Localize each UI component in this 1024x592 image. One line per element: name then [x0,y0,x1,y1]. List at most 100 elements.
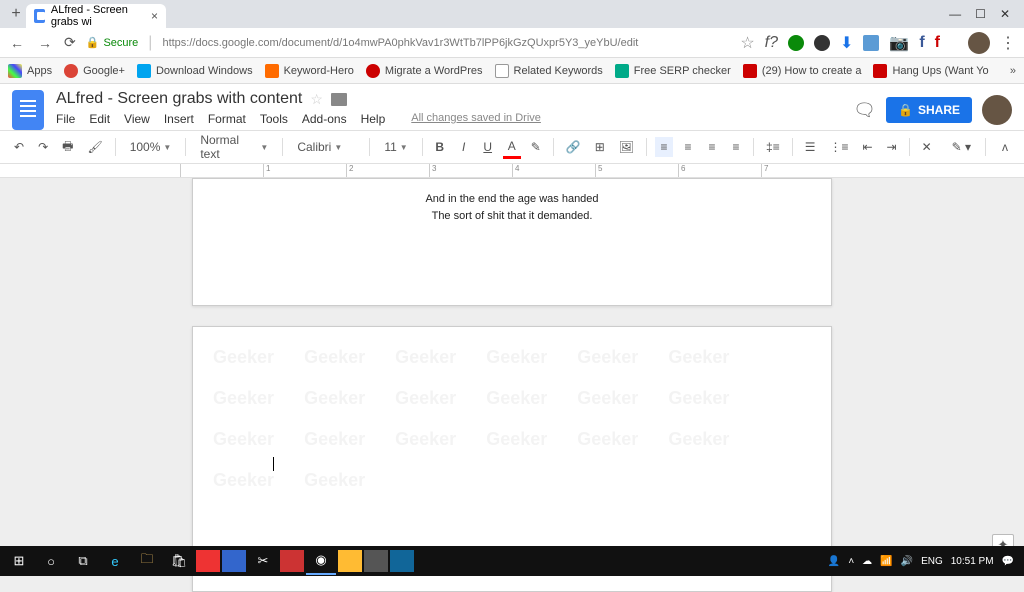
menu-file[interactable]: File [56,112,75,126]
style-select[interactable]: Normal text▼ [194,131,274,163]
bookmark-item[interactable]: Hang Ups (Want Yo [873,64,988,78]
tray-cloud-icon[interactable]: ☁ [862,556,872,567]
app-icon[interactable] [196,550,220,572]
menu-tools[interactable]: Tools [260,112,288,126]
ruler[interactable]: 1234567 [0,164,1024,178]
paint-format-button[interactable]: 🖌 [83,137,106,157]
window-minimize-button[interactable]: — [949,7,961,21]
italic-button[interactable]: I [455,137,473,157]
numbered-list-button[interactable]: ☰ [801,137,820,157]
redo-button[interactable]: ↷ [34,137,52,157]
bookmarks-overflow-icon[interactable]: » [1010,65,1016,77]
collapse-toolbar-button[interactable]: ʌ [996,137,1014,157]
facebook-icon[interactable]: f [919,34,924,52]
f-question-icon[interactable]: f? [765,34,778,52]
document-canvas[interactable]: And in the end the age was handed The so… [0,178,1024,592]
tray-up-icon[interactable]: ˄ [848,556,854,567]
menu-insert[interactable]: Insert [164,112,194,126]
task-view-button[interactable]: ⧉ [68,547,98,575]
underline-button[interactable]: U [479,137,497,157]
forward-button[interactable]: → [36,35,54,51]
notifications-icon[interactable]: 💬 [1002,556,1014,567]
ext-icon-5[interactable]: f [935,34,940,52]
editing-mode-button[interactable]: ✎ ▾ [948,137,975,157]
comments-icon[interactable]: 🗨 [853,100,876,121]
move-folder-icon[interactable] [331,93,347,106]
start-button[interactable]: ⊞ [4,547,34,575]
chrome-icon[interactable]: ◉ [306,547,336,575]
edge-icon[interactable]: e [100,547,130,575]
bold-button[interactable]: B [431,137,449,157]
account-avatar[interactable] [982,95,1012,125]
tray-time[interactable]: 10:51 PM [951,556,994,567]
explorer-icon[interactable]: 🗀 [132,547,162,575]
print-button[interactable]: 🖶 [58,134,77,161]
window-close-button[interactable]: ✕ [1000,7,1010,21]
snip-icon[interactable]: ✂ [248,547,278,575]
ext-icon-2[interactable] [814,35,830,51]
tray-wifi-icon[interactable]: 📶 [880,556,892,567]
star-icon[interactable]: ☆ [740,33,754,53]
document-title[interactable]: ALfred - Screen grabs with content [56,90,302,108]
cortana-button[interactable]: ○ [36,547,66,575]
font-size-select[interactable]: 11▼ [378,138,413,156]
bulleted-list-button[interactable]: ⋮≡ [825,137,852,157]
menu-help[interactable]: Help [361,112,386,126]
align-center-button[interactable]: ≡ [679,137,697,157]
share-button[interactable]: 🔒 SHARE [886,97,972,123]
tray-lang[interactable]: ENG [921,556,943,567]
apps-button[interactable]: Apps [8,64,52,78]
save-status: All changes saved in Drive [411,112,541,126]
highlight-button[interactable]: ✎ [527,137,545,157]
bookmark-item[interactable]: Download Windows [137,64,253,78]
zoom-select[interactable]: 100%▼ [124,138,178,156]
menu-view[interactable]: View [124,112,150,126]
ext-icon-4[interactable] [863,35,879,51]
insert-link-button[interactable]: 🔗 [562,137,585,157]
app-icon[interactable] [338,550,362,572]
star-document-icon[interactable]: ☆ [310,91,323,108]
line-spacing-button[interactable]: ‡≡ [762,137,784,157]
camera-icon[interactable]: 📷 [889,33,909,53]
font-select[interactable]: Calibri▼ [291,138,361,156]
align-right-button[interactable]: ≡ [703,137,721,157]
insert-comment-button[interactable]: ⊞ [591,137,609,157]
align-left-button[interactable]: ≡ [655,137,673,157]
ext-icon-1[interactable] [788,35,804,51]
docs-logo-icon[interactable] [12,90,44,130]
menu-addons[interactable]: Add-ons [302,112,347,126]
bookmark-item[interactable]: Keyword-Hero [265,64,354,78]
profile-avatar[interactable] [968,32,990,54]
insert-image-button[interactable]: 🖼 [615,137,638,157]
menu-format[interactable]: Format [208,112,246,126]
undo-button[interactable]: ↶ [10,137,28,157]
store-icon[interactable]: 🛍 [164,547,194,575]
new-tab-button[interactable]: + [6,5,26,23]
chrome-menu-icon[interactable]: ⋮ [1000,33,1016,53]
url-field[interactable]: https://docs.google.com/document/d/1o4mw… [162,37,638,49]
browser-tab[interactable]: ALfred - Screen grabs wi × [26,4,166,28]
ext-icon-3[interactable]: ⬇ [840,33,853,53]
app-icon[interactable] [364,550,388,572]
app-icon[interactable] [222,550,246,572]
bookmark-item[interactable]: (29) How to create a [743,64,862,78]
align-justify-button[interactable]: ≡ [727,137,745,157]
app-icon[interactable] [390,550,414,572]
bookmark-item[interactable]: Google+ [64,64,125,78]
clear-formatting-button[interactable]: ✕ [918,137,936,157]
bookmark-item[interactable]: Migrate a WordPres [366,64,483,78]
close-tab-icon[interactable]: × [151,9,158,23]
reload-button[interactable]: ⟳ [64,34,76,51]
menu-edit[interactable]: Edit [89,112,110,126]
back-button[interactable]: ← [8,35,26,51]
text-color-button[interactable]: A [503,136,521,159]
page-1[interactable]: And in the end the age was handed The so… [192,178,832,306]
window-maximize-button[interactable]: ☐ [975,7,986,21]
app-icon[interactable] [280,550,304,572]
bookmark-item[interactable]: Free SERP checker [615,64,731,78]
increase-indent-button[interactable]: ⇥ [883,137,901,157]
bookmark-item[interactable]: Related Keywords [495,64,603,78]
tray-people-icon[interactable]: 👤 [828,556,840,567]
decrease-indent-button[interactable]: ⇤ [858,137,876,157]
tray-volume-icon[interactable]: 🔊 [901,556,913,567]
